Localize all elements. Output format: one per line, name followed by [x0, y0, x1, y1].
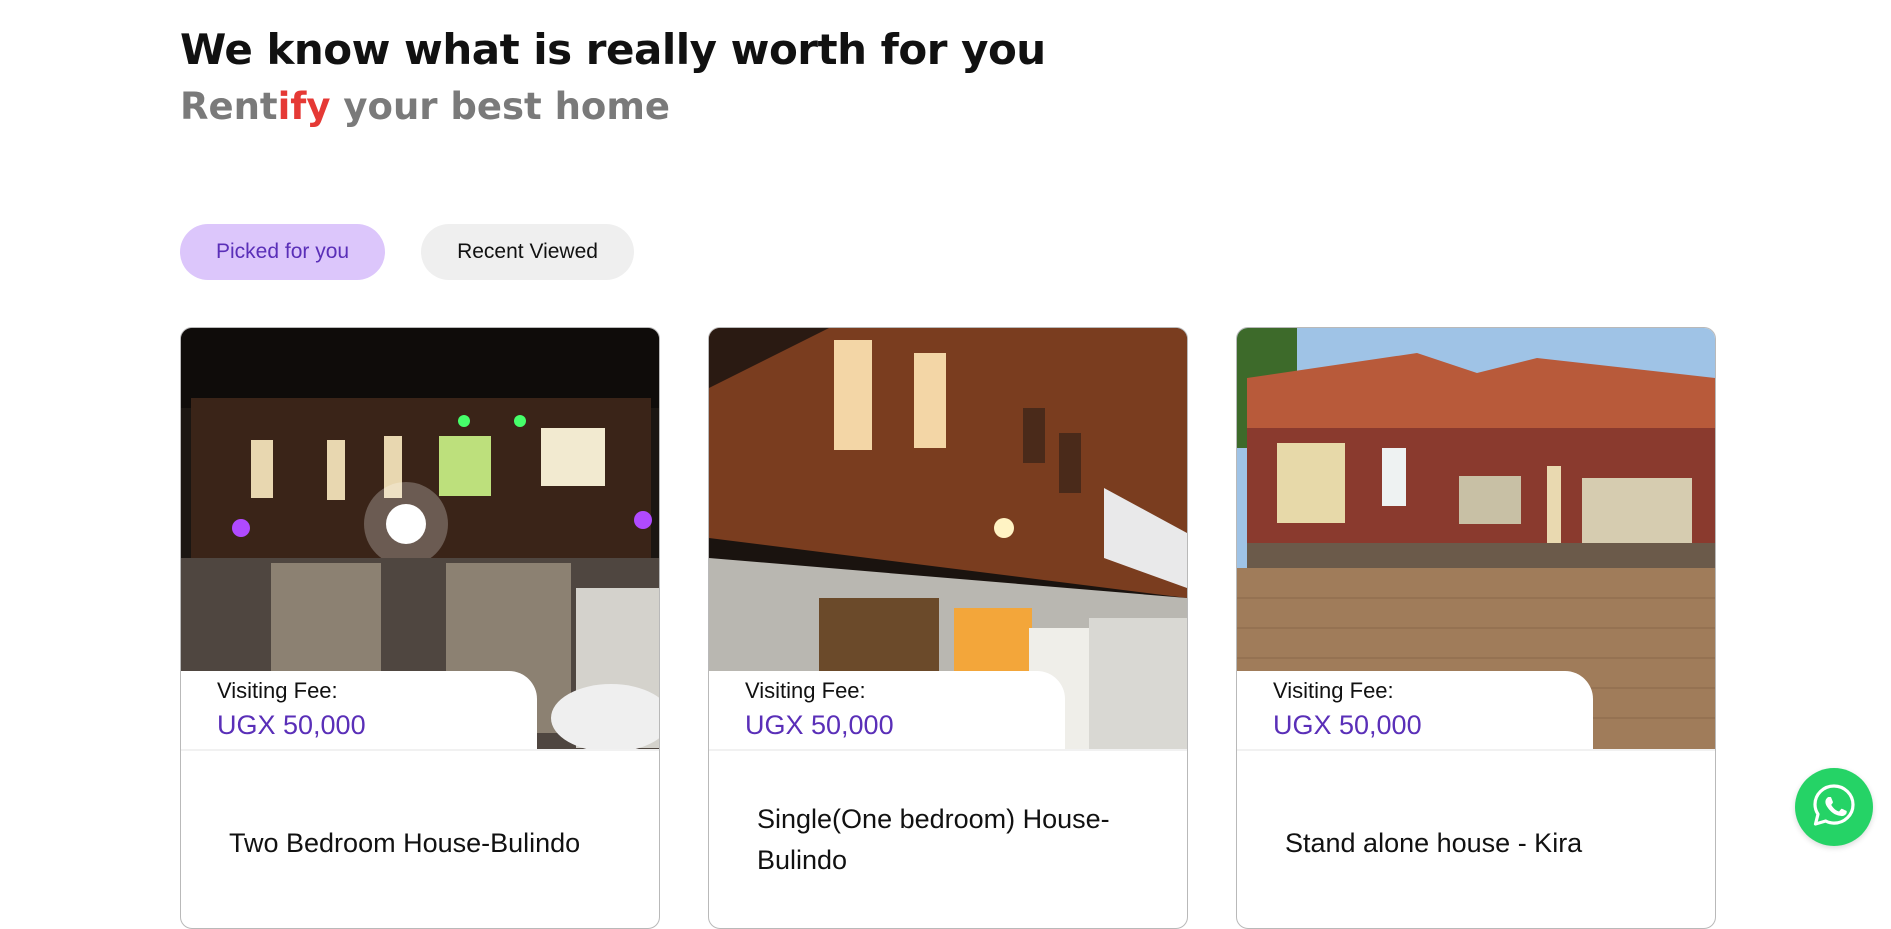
page-subtitle: Rentify your best home [180, 82, 1046, 132]
visiting-fee-value: UGX 50,000 [745, 710, 894, 740]
whatsapp-icon [1810, 781, 1858, 834]
visiting-fee-label: Visiting Fee: [217, 678, 338, 703]
visiting-fee-value: UGX 50,000 [1273, 710, 1422, 740]
property-title[interactable]: Stand alone house - Kira [1285, 823, 1679, 864]
visiting-fee-box: Visiting Fee: UGX 50,000 [1237, 671, 1593, 749]
visiting-fee-box: Visiting Fee: UGX 50,000 [181, 671, 537, 749]
hero-section: We know what is really worth for you Ren… [180, 22, 1046, 132]
card-divider [1237, 749, 1715, 751]
visiting-fee-label: Visiting Fee: [1273, 678, 1394, 703]
visiting-fee-box: Visiting Fee: UGX 50,000 [709, 671, 1065, 749]
property-title[interactable]: Two Bedroom House-Bulindo [229, 823, 623, 864]
card-divider [181, 749, 659, 751]
page-title: We know what is really worth for you [180, 25, 1046, 74]
visiting-fee-value: UGX 50,000 [217, 710, 366, 740]
property-photo: Visiting Fee: UGX 50,000 [1237, 328, 1715, 749]
property-photo: Visiting Fee: UGX 50,000 [181, 328, 659, 749]
subtitle-accent: ify [277, 85, 331, 128]
subtitle-prefix: Rent [180, 85, 278, 128]
tab-recent-viewed[interactable]: Recent Viewed [421, 224, 634, 280]
property-title[interactable]: Single(One bedroom) House-Bulindo [757, 799, 1151, 881]
tab-picked-for-you[interactable]: Picked for you [180, 224, 386, 280]
whatsapp-button[interactable] [1795, 768, 1873, 846]
tab-bar: Picked for you Recent Viewed [180, 224, 634, 280]
visiting-fee-label: Visiting Fee: [745, 678, 866, 703]
property-photo: Visiting Fee: UGX 50,000 [709, 328, 1187, 749]
subtitle-suffix: your best home [330, 85, 670, 128]
property-card[interactable]: Visiting Fee: UGX 50,000 Two Bedroom Hou… [180, 327, 660, 929]
property-card[interactable]: Visiting Fee: UGX 50,000 Stand alone hou… [1236, 327, 1716, 929]
property-cards: Visiting Fee: UGX 50,000 Two Bedroom Hou… [180, 327, 1716, 929]
property-card[interactable]: Visiting Fee: UGX 50,000 Single(One bedr… [708, 327, 1188, 929]
card-divider [709, 749, 1187, 751]
